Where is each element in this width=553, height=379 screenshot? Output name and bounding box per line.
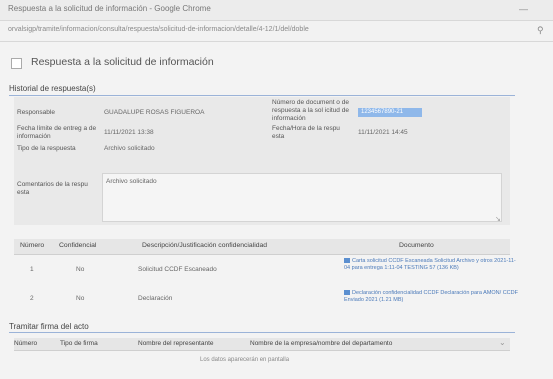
row-numero: 1: [30, 266, 34, 273]
browser-title: Respuesta a la solicitud de información …: [8, 4, 211, 13]
page-title: Respuesta a la solicitud de información: [31, 56, 214, 68]
document-link-text[interactable]: Declaración confidencialidad CCDF Declar…: [344, 290, 518, 303]
fecha-entrega-value: 11/11/2021 13:38: [104, 129, 154, 136]
tipo-respuesta-value: Archivo solicitado: [104, 145, 155, 152]
row-descripcion: Declaración: [138, 295, 173, 302]
file-icon: [344, 290, 350, 296]
firmas-heading: Tramitar firma del acto: [9, 322, 89, 331]
comentarios-label: Comentarios de la respu esta: [17, 181, 88, 196]
row-descripcion: Solicitud CCDF Escaneado: [138, 266, 217, 273]
address-bar[interactable]: orvalsigp/tramite/informacion/consulta/r…: [0, 21, 553, 42]
numero-label: Número de document o de respuesta a la s…: [272, 99, 349, 122]
col-numero: Número: [14, 340, 38, 347]
comentarios-value: Archivo solicitado: [106, 178, 157, 185]
fecha-respuesta-value: 11/11/2021 14:45: [358, 129, 408, 136]
row-confidencial: No: [76, 266, 85, 273]
resize-handle-icon[interactable]: ↘: [495, 215, 501, 223]
table-row: 1 No Solicitud CCDF Escaneado Carta soli…: [14, 257, 516, 281]
table-row: 2 No Declaración Declaración confidencia…: [14, 287, 518, 311]
file-icon: [344, 258, 350, 264]
chevron-down-icon[interactable]: ⌄: [499, 338, 506, 347]
responsable-value: GUADALUPE ROSAS FIGUEROA: [104, 109, 205, 116]
section-divider: [9, 95, 515, 96]
row-numero: 2: [30, 295, 34, 302]
col-descripcion: Descripción/Justificación confidencialid…: [142, 242, 268, 249]
fecha-respuesta-label: Fecha/Hora de la respu esta: [272, 125, 340, 140]
document-link-text[interactable]: Carta solicitud CCDF Escaneada Solicitud…: [344, 258, 516, 271]
minimize-button[interactable]: —: [519, 4, 528, 14]
col-numero: Número: [20, 242, 45, 249]
documents-table-header: Número Confidencial Descripción/Justific…: [14, 239, 510, 255]
col-representante: Nombre del representante: [138, 340, 214, 347]
section-divider: [9, 332, 515, 333]
page-content: Respuesta a la solicitud de información …: [0, 42, 553, 379]
tipo-respuesta-label: Tipo de la respuesta: [17, 145, 76, 152]
empty-message: Los datos aparecerán en pantalla: [200, 357, 290, 363]
select-checkbox[interactable]: [11, 58, 22, 69]
fecha-entrega-label: Fecha límite de entreg a de información: [17, 125, 97, 140]
comentarios-textarea[interactable]: Archivo solicitado ↘: [102, 173, 502, 223]
url-text[interactable]: orvalsigp/tramite/informacion/consulta/r…: [8, 26, 309, 33]
firmas-table-header: Número Tipo de firma Nombre del represen…: [14, 338, 510, 351]
key-icon[interactable]: ⚲: [537, 25, 544, 36]
response-form: Responsable GUADALUPE ROSAS FIGUEROA Núm…: [14, 97, 510, 225]
history-heading: Historial de respuesta(s): [9, 84, 96, 93]
col-tipo-firma: Tipo de firma: [60, 340, 98, 347]
browser-titlebar: Respuesta a la solicitud de información …: [0, 0, 553, 21]
row-confidencial: No: [76, 295, 85, 302]
document-link[interactable]: Declaración confidencialidad CCDF Declar…: [344, 290, 519, 303]
col-confidencial: Confidencial: [59, 242, 97, 249]
document-link[interactable]: Carta solicitud CCDF Escaneada Solicitud…: [344, 258, 519, 271]
col-empresa: Nombre de la empresa/nombre del departam…: [250, 340, 393, 347]
col-documento: Documento: [399, 242, 434, 249]
responsable-label: Responsable: [17, 109, 55, 116]
numero-value[interactable]: 1234567890-21: [358, 108, 422, 117]
